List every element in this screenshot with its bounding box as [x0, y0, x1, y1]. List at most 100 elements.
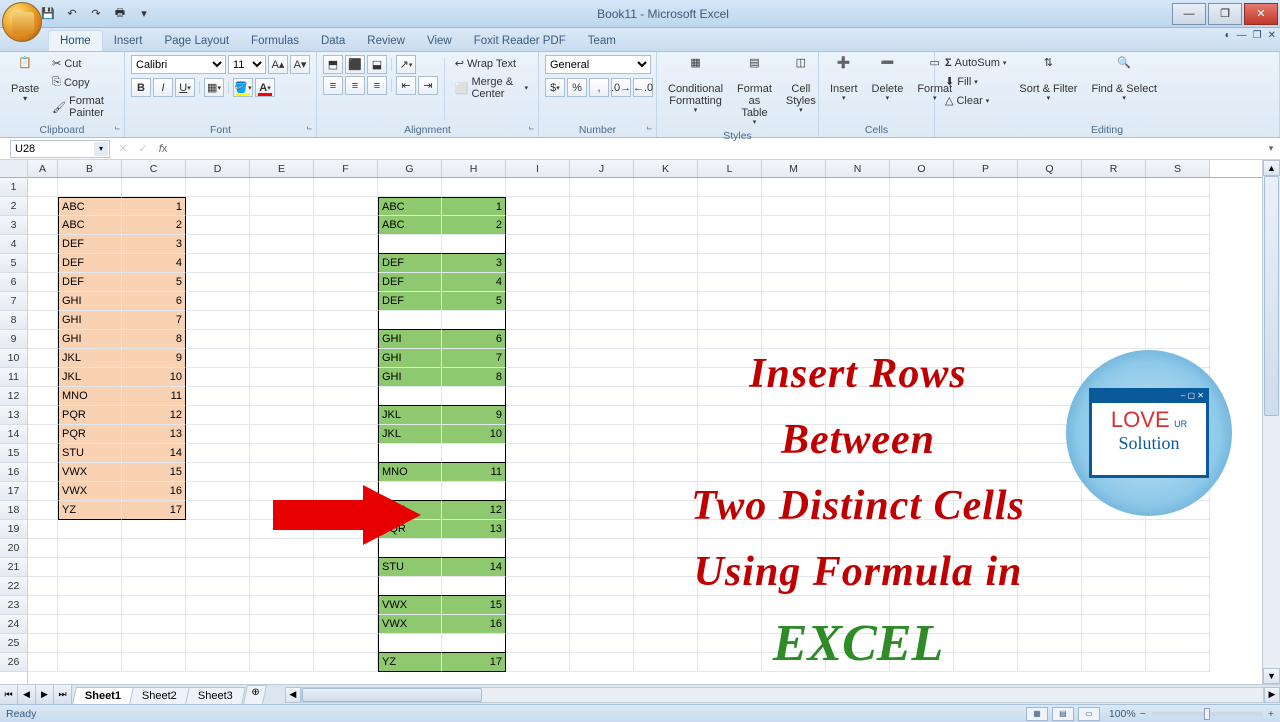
cell[interactable] [570, 387, 634, 406]
cell[interactable] [250, 501, 314, 520]
cell[interactable] [1082, 368, 1146, 387]
cell[interactable] [28, 178, 58, 197]
cell[interactable]: VWX [58, 482, 122, 501]
cell[interactable] [186, 520, 250, 539]
cell[interactable] [1146, 387, 1210, 406]
cell[interactable] [250, 425, 314, 444]
cell[interactable]: 4 [442, 273, 506, 292]
row-header[interactable]: 26 [0, 653, 27, 672]
font-color-button[interactable]: A▾ [255, 78, 275, 97]
cell[interactable] [186, 349, 250, 368]
cell[interactable] [250, 558, 314, 577]
currency-button[interactable]: $▾ [545, 78, 565, 97]
scroll-up-icon[interactable]: ▲ [1263, 160, 1280, 176]
tab-view[interactable]: View [416, 31, 463, 51]
cell[interactable] [442, 444, 506, 463]
cell[interactable] [506, 387, 570, 406]
normal-view-button[interactable]: ▦ [1026, 707, 1048, 721]
row-header[interactable]: 18 [0, 501, 27, 520]
cell[interactable] [1018, 216, 1082, 235]
cell[interactable] [250, 178, 314, 197]
copy-button[interactable]: ⎘Copy [48, 74, 118, 91]
cut-button[interactable]: ✂Cut [48, 55, 118, 72]
cell[interactable] [954, 501, 1018, 520]
cell[interactable] [1082, 235, 1146, 254]
cell[interactable] [186, 596, 250, 615]
cell[interactable] [314, 577, 378, 596]
cell[interactable] [890, 653, 954, 672]
cell[interactable] [698, 501, 762, 520]
cell[interactable] [1146, 634, 1210, 653]
cell[interactable] [570, 330, 634, 349]
cell[interactable] [954, 235, 1018, 254]
cell[interactable] [1018, 349, 1082, 368]
cell[interactable] [506, 653, 570, 672]
cell[interactable] [28, 520, 58, 539]
cell[interactable] [506, 577, 570, 596]
cell[interactable] [1082, 273, 1146, 292]
cell[interactable]: 17 [122, 501, 186, 520]
fx-icon[interactable]: fx [154, 140, 172, 158]
wrap-text-button[interactable]: ↩Wrap Text [451, 55, 532, 72]
row-header[interactable]: 2 [0, 197, 27, 216]
cell[interactable] [570, 197, 634, 216]
cell[interactable]: 9 [442, 406, 506, 425]
cell[interactable] [698, 653, 762, 672]
cell[interactable] [762, 387, 826, 406]
cell[interactable] [634, 615, 698, 634]
cell[interactable] [762, 577, 826, 596]
cell[interactable] [954, 634, 1018, 653]
cell[interactable] [570, 482, 634, 501]
cell[interactable] [506, 216, 570, 235]
cell[interactable] [122, 653, 186, 672]
cell[interactable] [122, 520, 186, 539]
cell[interactable] [890, 520, 954, 539]
cell[interactable] [634, 368, 698, 387]
cell[interactable] [698, 406, 762, 425]
shrink-font-button[interactable]: A▾ [290, 55, 310, 74]
cell[interactable] [890, 197, 954, 216]
cell[interactable] [826, 634, 890, 653]
prev-sheet-button[interactable]: ◀ [18, 685, 36, 704]
cell[interactable] [826, 653, 890, 672]
cell[interactable] [634, 501, 698, 520]
cell[interactable] [762, 406, 826, 425]
format-as-table-button[interactable]: ▤Format as Table▾ [732, 55, 777, 129]
cell[interactable] [634, 216, 698, 235]
cell[interactable] [58, 615, 122, 634]
cell[interactable] [762, 615, 826, 634]
cell[interactable] [506, 273, 570, 292]
tab-review[interactable]: Review [356, 31, 416, 51]
col-header[interactable]: R [1082, 160, 1146, 177]
cell[interactable] [442, 482, 506, 501]
cell[interactable] [698, 349, 762, 368]
cell[interactable] [186, 330, 250, 349]
cell[interactable] [314, 235, 378, 254]
cell[interactable] [506, 482, 570, 501]
cell[interactable]: 7 [442, 349, 506, 368]
cell[interactable] [186, 501, 250, 520]
cell[interactable] [1018, 406, 1082, 425]
cell[interactable] [314, 482, 378, 501]
cell[interactable] [28, 254, 58, 273]
cell[interactable] [1082, 463, 1146, 482]
cell[interactable] [1018, 292, 1082, 311]
zoom-out-button[interactable]: − [1140, 708, 1146, 720]
cell[interactable] [890, 425, 954, 444]
cell[interactable] [826, 178, 890, 197]
cell[interactable] [506, 349, 570, 368]
cell[interactable] [1146, 558, 1210, 577]
cell[interactable]: 5 [442, 292, 506, 311]
cell[interactable] [250, 482, 314, 501]
cell[interactable] [634, 539, 698, 558]
cell[interactable] [1082, 254, 1146, 273]
cell[interactable] [314, 387, 378, 406]
cell[interactable] [890, 292, 954, 311]
cell[interactable] [634, 273, 698, 292]
cell[interactable]: GHI [58, 330, 122, 349]
cell[interactable] [1082, 178, 1146, 197]
cell[interactable]: ABC [378, 216, 442, 235]
cell[interactable] [314, 292, 378, 311]
cell[interactable] [634, 634, 698, 653]
cell[interactable] [378, 634, 442, 653]
